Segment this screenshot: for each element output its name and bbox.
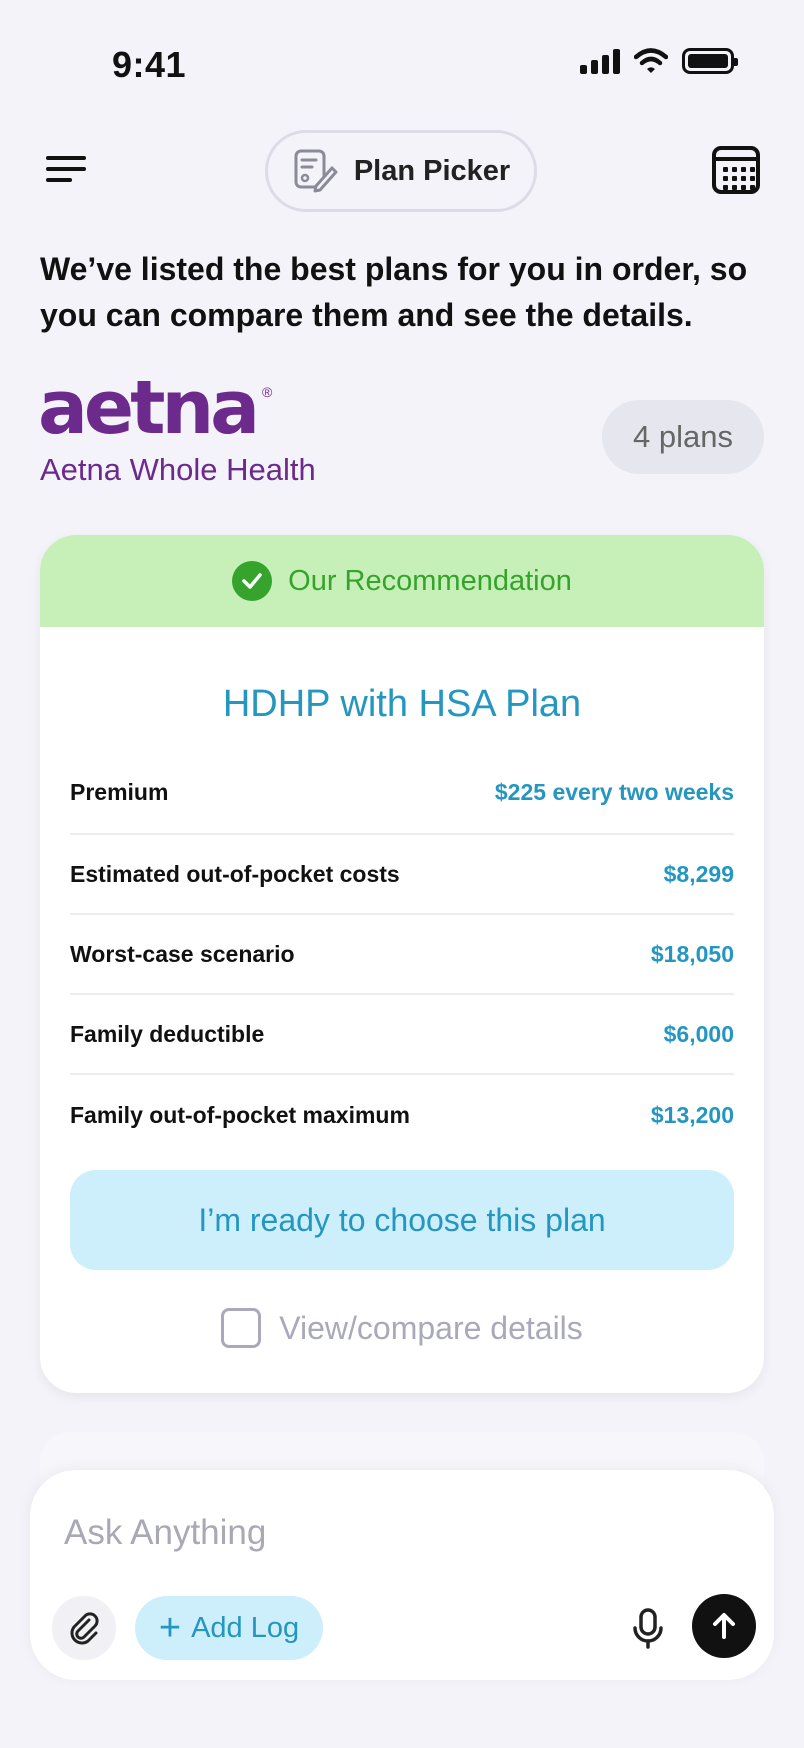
detail-row: Premium $225 every two weeks (70, 775, 734, 835)
choose-plan-button[interactable]: I’m ready to choose this plan (70, 1170, 734, 1270)
detail-row: Family out-of-pocket maximum $13,200 (70, 1075, 734, 1155)
menu-button[interactable] (46, 152, 90, 186)
detail-value: $18,050 (650, 940, 734, 967)
brand-subtitle: Aetna Whole Health (40, 452, 316, 487)
plans-count-badge[interactable]: 4 plans (602, 400, 764, 474)
detail-label: Family out-of-pocket maximum (70, 1101, 410, 1128)
send-button[interactable] (692, 1594, 756, 1658)
signal-icon (580, 48, 620, 74)
detail-value: $13,200 (650, 1101, 734, 1128)
chat-composer: + Add Log (30, 1470, 774, 1680)
recommendation-card: Our Recommendation HDHP with HSA Plan Pr… (40, 535, 764, 1393)
ask-input[interactable] (64, 1508, 664, 1558)
aetna-logo: aetna (38, 365, 260, 451)
detail-value: $8,299 (663, 860, 734, 887)
recommendation-banner: Our Recommendation (40, 535, 764, 627)
detail-label: Family deductible (70, 1020, 265, 1047)
paperclip-icon (70, 1612, 99, 1645)
detail-row: Family deductible $6,000 (70, 995, 734, 1075)
plan-picker-pill[interactable]: Plan Picker (265, 130, 537, 212)
status-time: 9:41 (112, 44, 187, 85)
plus-icon: + (158, 1607, 182, 1649)
arrow-up-icon (713, 1613, 735, 1639)
microphone-icon (633, 1608, 663, 1649)
calendar-button[interactable] (712, 146, 760, 194)
compare-checkbox[interactable] (221, 1308, 262, 1348)
status-icons (580, 48, 738, 74)
detail-label: Estimated out-of-pocket costs (70, 860, 400, 887)
detail-value: $225 every two weeks (494, 779, 734, 805)
add-log-button[interactable]: + Add Log (135, 1596, 323, 1660)
check-circle-icon (232, 561, 273, 601)
battery-icon (682, 48, 738, 74)
intro-text: We’ve listed the best plans for you in o… (40, 251, 748, 333)
compare-label: View/compare details (279, 1309, 583, 1346)
plan-details: Premium $225 every two weeks Estimated o… (70, 775, 734, 1155)
page-title: Plan Picker (353, 154, 511, 187)
attach-button[interactable] (52, 1596, 116, 1660)
plan-edit-icon (294, 149, 338, 193)
registered-mark: ® (262, 384, 273, 400)
detail-row: Worst-case scenario $18,050 (70, 915, 734, 995)
microphone-button[interactable] (620, 1600, 676, 1656)
detail-value: $6,000 (663, 1020, 734, 1047)
calendar-icon (716, 157, 756, 161)
detail-row: Estimated out-of-pocket costs $8,299 (70, 835, 734, 915)
add-log-label: Add Log (191, 1611, 300, 1644)
recommendation-label: Our Recommendation (288, 564, 572, 597)
detail-label: Worst-case scenario (70, 940, 295, 967)
detail-label: Premium (70, 779, 169, 805)
wifi-icon (634, 48, 668, 73)
plan-name: HDHP with HSA Plan (222, 683, 582, 725)
compare-toggle[interactable]: View/compare details (40, 1308, 764, 1348)
